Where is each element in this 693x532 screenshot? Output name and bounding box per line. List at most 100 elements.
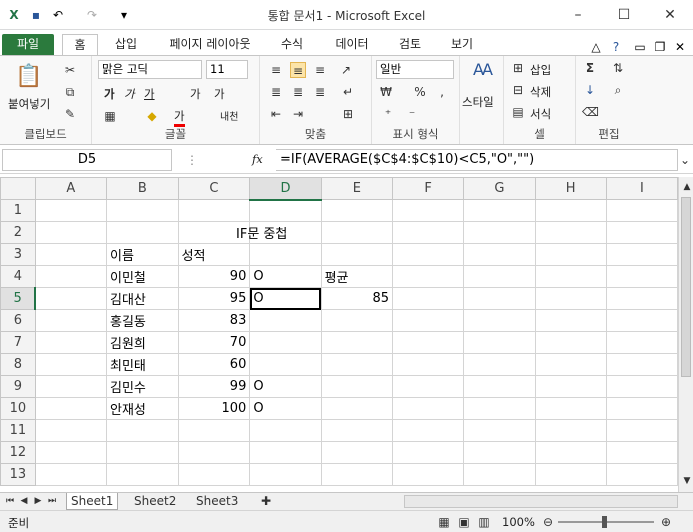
cell-E9[interactable] xyxy=(320,375,394,398)
cell-A5[interactable] xyxy=(34,287,107,310)
cell-A8[interactable] xyxy=(34,353,107,376)
cell-H10[interactable] xyxy=(534,397,607,420)
cell-F10[interactable] xyxy=(392,397,465,420)
cell-C3[interactable]: 성적 xyxy=(177,243,251,266)
cell-G9[interactable] xyxy=(463,375,536,398)
cell-B12[interactable] xyxy=(105,441,179,464)
insert-cells-icon[interactable]: ⊞ xyxy=(510,60,526,76)
cell-D4[interactable]: O xyxy=(249,265,322,288)
align-middle-icon[interactable]: ≡ xyxy=(290,62,306,78)
cell-H6[interactable] xyxy=(534,309,607,332)
cell-I7[interactable] xyxy=(605,331,678,354)
cell-C6[interactable]: 83 xyxy=(177,309,251,332)
cell-H12[interactable] xyxy=(534,441,607,464)
cell-F1[interactable] xyxy=(392,199,465,222)
scroll-down-icon[interactable]: ▼ xyxy=(679,473,693,489)
cell-E12[interactable] xyxy=(320,441,394,464)
row-header[interactable]: 12 xyxy=(0,441,36,464)
cell-F8[interactable] xyxy=(392,353,465,376)
column-header[interactable]: H xyxy=(534,177,607,200)
cell-H9[interactable] xyxy=(534,375,607,398)
vertical-scrollbar[interactable]: ▲ ▼ xyxy=(678,177,693,492)
cell-B10[interactable]: 안재성 xyxy=(105,397,179,420)
cell-C10[interactable]: 100 xyxy=(177,397,251,420)
cell-D3[interactable] xyxy=(249,243,322,266)
cut-icon[interactable]: ✂ xyxy=(62,62,78,78)
cell-C12[interactable] xyxy=(177,441,251,464)
cell-F2[interactable] xyxy=(392,221,465,244)
cell-I1[interactable] xyxy=(605,199,678,222)
column-header[interactable]: D xyxy=(249,177,322,201)
zoom-in-icon[interactable]: ⊕ xyxy=(658,514,674,530)
borders-icon[interactable]: ▦ xyxy=(102,108,118,124)
cell-H2[interactable] xyxy=(534,221,607,244)
normal-view-icon[interactable]: ▦ xyxy=(436,514,452,530)
cell-G1[interactable] xyxy=(463,199,536,222)
cell-H13[interactable] xyxy=(534,463,607,486)
cell-D8[interactable] xyxy=(249,353,322,376)
number-format-select[interactable]: 일반 xyxy=(376,60,454,79)
zoom-slider-thumb[interactable] xyxy=(602,516,607,528)
font-size-select[interactable]: 11 xyxy=(206,60,248,79)
cell-C7[interactable]: 70 xyxy=(177,331,251,354)
select-all-corner[interactable] xyxy=(0,177,36,200)
cell-H8[interactable] xyxy=(534,353,607,376)
row-header[interactable]: 13 xyxy=(0,463,36,486)
cell-G10[interactable] xyxy=(463,397,536,420)
column-header[interactable]: G xyxy=(463,177,536,200)
align-right-icon[interactable]: ≣ xyxy=(312,84,328,100)
cell-G3[interactable] xyxy=(463,243,536,266)
tab-view[interactable]: 보기 xyxy=(442,34,482,56)
cell-I2[interactable] xyxy=(605,221,678,244)
row-header[interactable]: 8 xyxy=(0,353,36,376)
row-header[interactable]: 9 xyxy=(0,375,36,398)
page-break-view-icon[interactable]: ▥ xyxy=(476,514,492,530)
cell-A2[interactable] xyxy=(34,221,107,244)
cell-E13[interactable] xyxy=(320,463,394,486)
cell-E5[interactable]: 85 xyxy=(320,287,394,310)
decrease-decimal-icon[interactable]: ⁻ xyxy=(404,106,420,122)
cell-B6[interactable]: 홍길동 xyxy=(105,309,179,332)
cell-B5[interactable]: 김대산 xyxy=(105,287,179,310)
phonetic-button[interactable]: 내천 xyxy=(220,108,238,123)
merge-center-icon[interactable]: ⊞ xyxy=(340,106,356,122)
cell-D1[interactable] xyxy=(249,199,322,222)
cell-B9[interactable]: 김민수 xyxy=(105,375,179,398)
last-sheet-icon[interactable]: ⏭ xyxy=(44,493,60,509)
cell-A6[interactable] xyxy=(34,309,107,332)
row-header[interactable]: 1 xyxy=(0,199,36,222)
column-header[interactable]: F xyxy=(392,177,465,200)
tab-insert[interactable]: 삽입 xyxy=(106,34,146,56)
cell-E3[interactable] xyxy=(320,243,394,266)
cell-A13[interactable] xyxy=(34,463,107,486)
column-header[interactable]: E xyxy=(320,177,394,200)
scroll-thumb[interactable] xyxy=(681,197,691,377)
find-select-icon[interactable]: ⌕ xyxy=(610,82,626,98)
row-header[interactable]: 2 xyxy=(0,221,36,244)
cell-I6[interactable] xyxy=(605,309,678,332)
increase-decimal-icon[interactable]: ⁺ xyxy=(380,106,396,122)
minimize-button[interactable]: – xyxy=(555,0,601,30)
clear-icon[interactable]: ⌫ xyxy=(582,104,599,120)
grow-font-button[interactable]: 가 xyxy=(190,86,201,102)
formula-cancel-icon[interactable]: ⋮ xyxy=(184,152,200,168)
cell-B8[interactable]: 최민태 xyxy=(105,353,179,376)
tab-file[interactable]: 파일 xyxy=(2,34,54,56)
cell-F13[interactable] xyxy=(392,463,465,486)
underline-button[interactable]: 가 xyxy=(144,86,155,102)
insert-function-button[interactable]: fx xyxy=(252,152,263,166)
cell-I11[interactable] xyxy=(605,419,678,442)
cell-I4[interactable] xyxy=(605,265,678,288)
column-header[interactable]: C xyxy=(177,177,251,200)
cell-D11[interactable] xyxy=(249,419,322,442)
align-center-icon[interactable]: ≣ xyxy=(290,84,306,100)
cell-G11[interactable] xyxy=(463,419,536,442)
name-box[interactable]: D5 xyxy=(2,149,172,171)
cell-D12[interactable] xyxy=(249,441,322,464)
decrease-indent-icon[interactable]: ⇤ xyxy=(268,106,284,122)
cell-G6[interactable] xyxy=(463,309,536,332)
cell-C9[interactable]: 99 xyxy=(177,375,251,398)
window-minimize-icon[interactable]: ▭ xyxy=(632,38,648,56)
cell-G12[interactable] xyxy=(463,441,536,464)
cell-B4[interactable]: 이민철 xyxy=(105,265,179,288)
